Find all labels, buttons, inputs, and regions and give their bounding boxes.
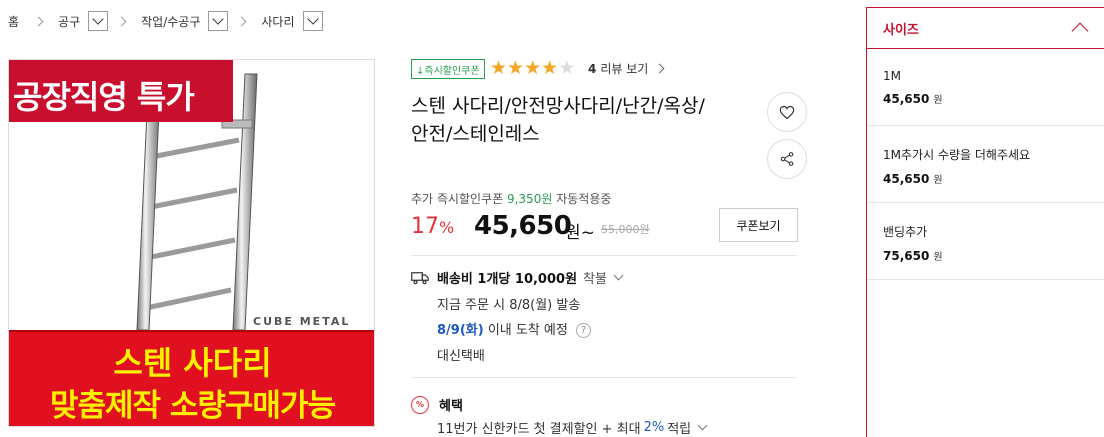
option-item[interactable]: 1M추가시 수량을 더해주세요 45,650 원 [867, 126, 1104, 203]
chevron-down-icon[interactable] [302, 11, 323, 31]
option-price: 45,650 원 [883, 91, 1088, 106]
star-icon: ★ [524, 57, 542, 79]
coupon-suffix: 자동적용중 [556, 192, 612, 206]
option-price-value: 45,650 [883, 92, 930, 106]
review-count: 4 [588, 61, 597, 76]
option-price-unit: 원 [933, 252, 943, 263]
option-price: 45,650 원 [883, 171, 1088, 186]
arrival-date: 8/9(화) [437, 323, 484, 338]
promo-line-1: 스텐 사다리 [113, 344, 272, 382]
coupon-amount: 9,350원 [506, 192, 553, 206]
chevron-right-icon [654, 63, 665, 74]
sale-price: 45,650 [474, 211, 572, 241]
discount-rate: 17% [411, 214, 454, 239]
option-name: 1M [883, 69, 901, 83]
shipping-condition: 착불 [583, 272, 607, 287]
breadcrumb-item-ladder[interactable]: 사다리 [261, 11, 323, 31]
product-title: 스텐 사다리/안전망사다리/난간/옥상/ 안전/스테인레스 [411, 92, 756, 148]
breadcrumb-label[interactable]: 사다리 [261, 13, 294, 30]
option-price-unit: 원 [933, 95, 943, 106]
option-name: 밴딩추가 [883, 225, 928, 239]
discount-value: 17 [411, 214, 439, 239]
chevron-right-icon [33, 16, 44, 26]
benefit-title: 혜택 [439, 399, 463, 414]
option-price: 75,650 원 [883, 248, 1088, 263]
carrier: 대신택배 [437, 349, 485, 364]
option-item[interactable]: 1M 45,650 원 [867, 49, 1104, 126]
option-price-value: 75,650 [883, 249, 930, 263]
star-icon: ★ [507, 57, 525, 79]
option-name: 1M추가시 수량을 더해주세요 [883, 148, 1031, 162]
brand-logo: CUBE METAL [253, 315, 351, 328]
product-title-line-1: 스텐 사다리/안전망사다리/난간/옥상/ [411, 95, 705, 117]
share-icon [780, 152, 794, 166]
help-icon[interactable]: ? [576, 323, 591, 338]
percent-icon: % [411, 395, 429, 414]
benefit-text-after: 적립 [667, 422, 692, 437]
shipping-fee-row[interactable]: 배송비 1개당 10,000원 착불 [411, 268, 624, 287]
review-label: 리뷰 보기 [600, 62, 649, 76]
breadcrumb-item-handtools[interactable]: 작업/수공구 [141, 11, 229, 31]
divider [411, 377, 797, 378]
promo-banner-top: 공장직영 특가 [9, 60, 233, 122]
option-price-unit: 원 [933, 175, 943, 186]
coupon-prefix: 추가 즉시할인쿠폰 [411, 192, 504, 206]
chevron-down-icon[interactable] [613, 270, 624, 281]
benefit-detail[interactable]: 11번가 신한카드 첫 결제할인 + 최대 2% 적립 [437, 418, 708, 437]
arrival-text: 이내 도착 예정 [487, 323, 568, 338]
chevron-up-icon[interactable] [1071, 22, 1089, 40]
benefit-header: % 혜택 [411, 395, 463, 414]
breadcrumb-item-home[interactable]: 홈 [8, 13, 25, 30]
star-empty-icon: ★ [558, 57, 576, 79]
divider [411, 255, 797, 256]
product-title-line-2: 안전/스테인레스 [411, 123, 540, 145]
wishlist-button[interactable] [767, 92, 807, 132]
promo-banner-bottom: 스텐 사다리 맞춤제작 소량구매가능 [9, 330, 374, 426]
breadcrumb-item-tools[interactable]: 공구 [58, 11, 109, 31]
product-image[interactable]: 공장직영 특가 CUBE METAL 스텐 사다리 맞춤제작 소량구매가능 [8, 59, 375, 427]
breadcrumb: 홈 공구 작업/수공구 사다리 [8, 9, 323, 33]
shipping-fee: 배송비 1개당 10,000원 [437, 272, 578, 287]
chevron-down-icon[interactable] [208, 11, 229, 31]
star-rating: ★ ★ ★ ★ ★ [490, 58, 575, 78]
chevron-right-icon [236, 16, 247, 26]
coupon-info: 추가 즉시할인쿠폰 9,350원 자동적용중 [411, 190, 611, 207]
star-icon: ★ [541, 57, 559, 79]
size-option-panel: 사이즈 1M 45,650 원 1M추가시 수량을 더해주세요 45,650 원 밴… [866, 7, 1104, 437]
breadcrumb-label[interactable]: 공구 [58, 13, 80, 30]
sale-price-unit: 원~ [565, 223, 595, 243]
review-link[interactable]: 4 리뷰 보기 [588, 60, 665, 77]
breadcrumb-label[interactable]: 작업/수공구 [141, 13, 200, 30]
share-button[interactable] [767, 139, 807, 179]
arrival-info: 8/9(화) 이내 도착 예정 ? [437, 319, 591, 338]
breadcrumb-label[interactable]: 홈 [8, 13, 19, 30]
chevron-right-icon [116, 16, 127, 26]
option-header[interactable]: 사이즈 [867, 8, 1104, 49]
chevron-down-icon[interactable] [697, 420, 708, 431]
heart-icon [779, 105, 795, 119]
option-item[interactable]: 밴딩추가 75,650 원 [867, 203, 1104, 280]
instant-discount-badge: ↓즉시할인쿠폰 [411, 59, 485, 79]
benefit-rate: 2% [643, 420, 665, 435]
original-price: 55,000원 [601, 223, 650, 236]
dispatch-info: 지금 주문 시 8/8(월) 발송 [437, 298, 581, 313]
star-icon: ★ [490, 57, 508, 79]
discount-unit: % [439, 218, 455, 237]
truck-icon [411, 271, 429, 284]
option-header-label: 사이즈 [883, 22, 919, 38]
promo-banner-text: 공장직영 특가 [13, 78, 195, 116]
option-price-value: 45,650 [883, 172, 930, 186]
benefit-text-before: 11번가 신한카드 첫 결제할인 + 최대 [437, 422, 641, 437]
promo-line-2: 맞춤제작 소량구매가능 [50, 388, 336, 424]
view-coupon-button[interactable]: 쿠폰보기 [719, 208, 798, 242]
chevron-down-icon[interactable] [88, 11, 109, 31]
